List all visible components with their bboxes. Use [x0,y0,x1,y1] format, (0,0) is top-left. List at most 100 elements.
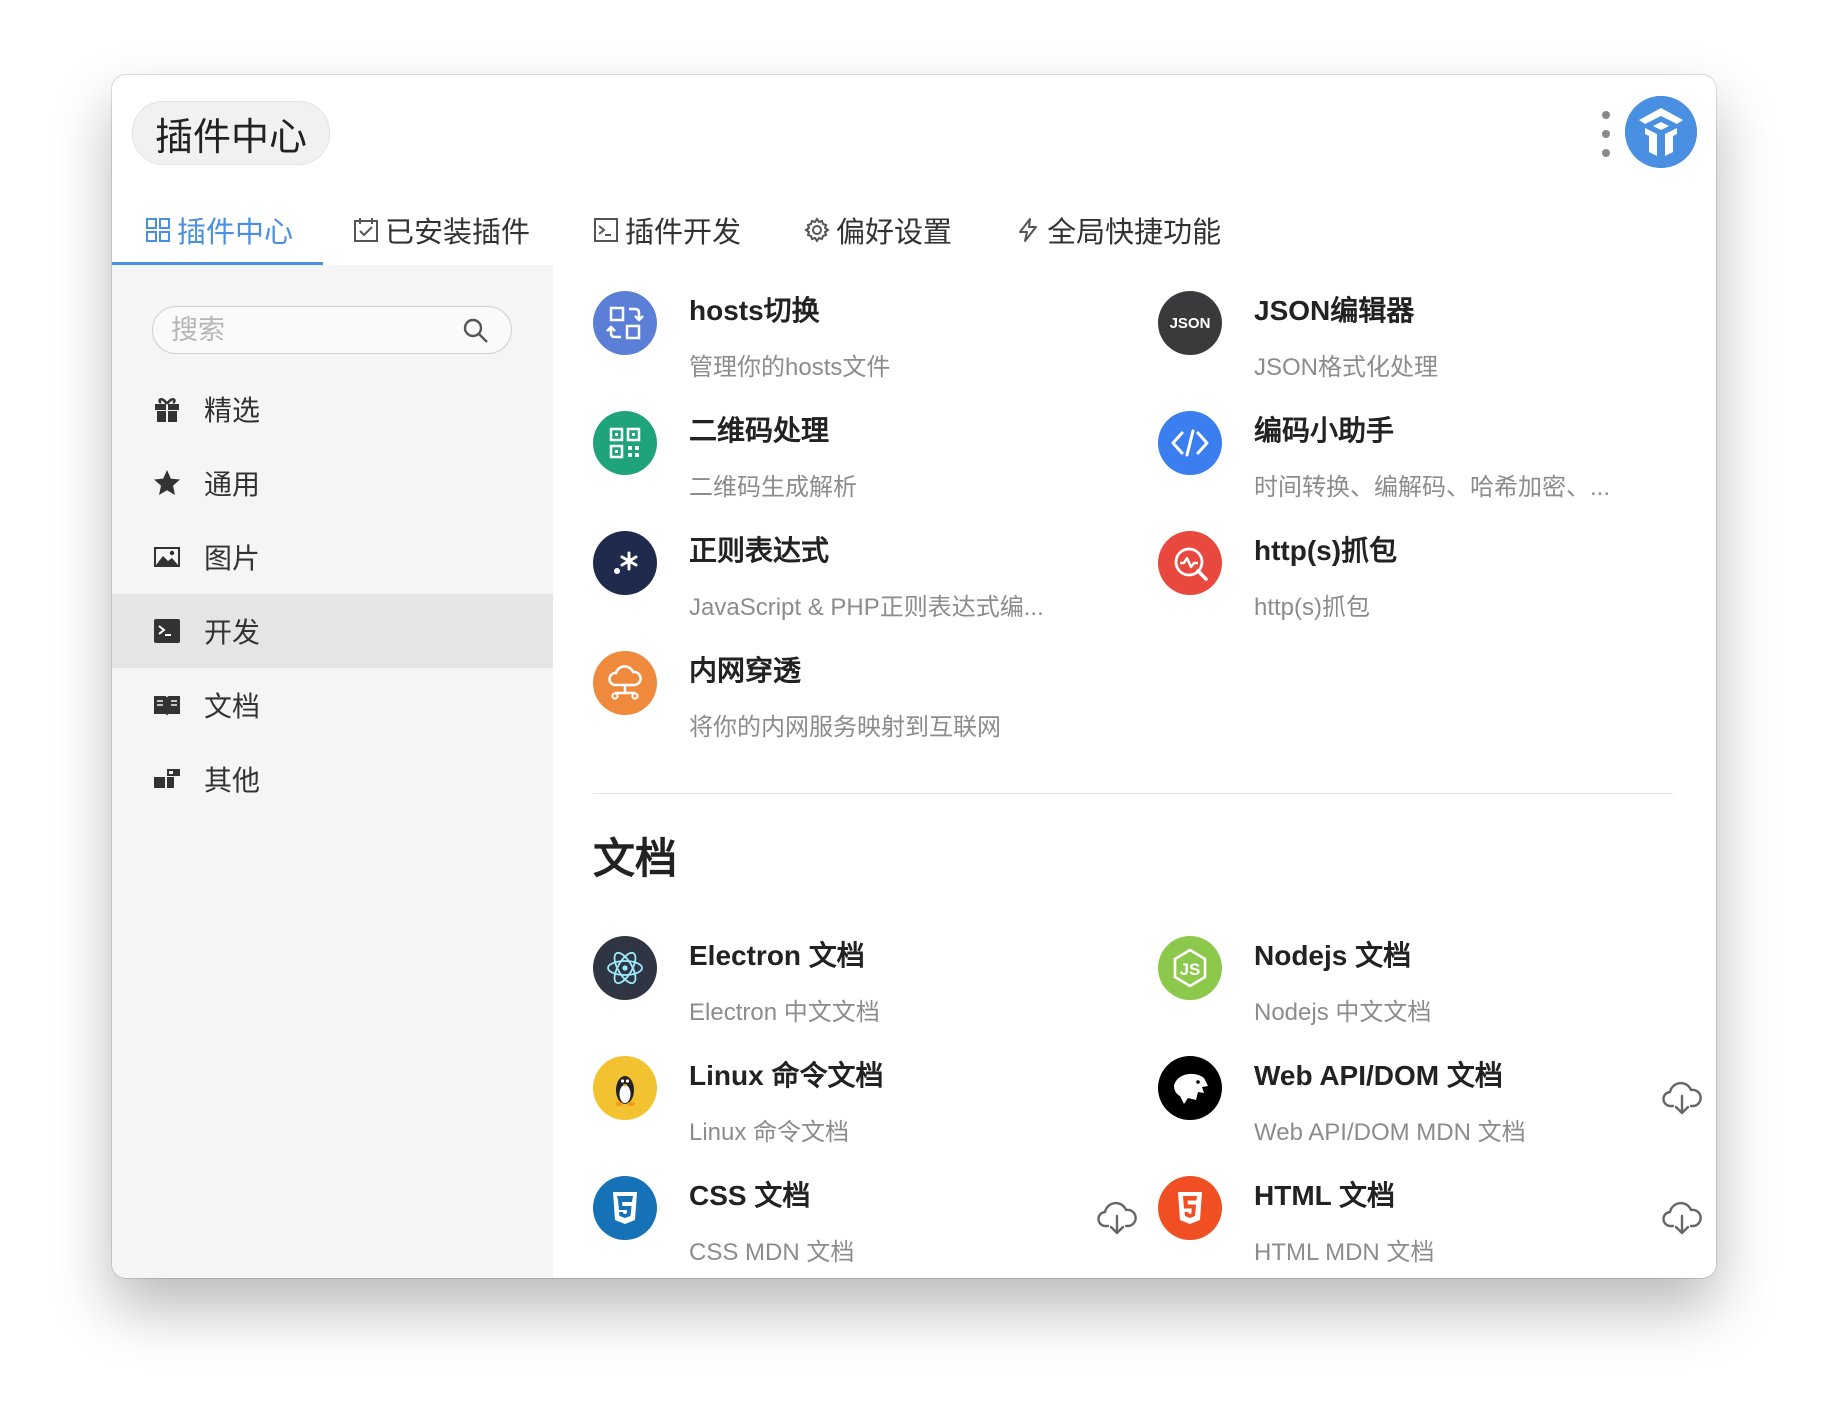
tab-plugin-center[interactable]: 插件中心 [112,195,324,266]
doc-card[interactable]: CSS 文档 CSS MDN 文档 [593,1150,1158,1270]
sidebar: 精选 通用 图片 开发 文档 其他 [112,265,553,1278]
plugin-card[interactable]: 二维码处理二维码生成解析 [593,385,1158,505]
header: 插件中心 插件中心 已安装插件 插件开发 偏好设置 全局快捷功能 [112,75,1716,266]
docs-grid: Electron 文档 Electron 中文文档 JS Nodejs 文档 Nod… [593,910,1716,1270]
plugin-title: 二维码处理 [689,415,830,446]
json-icon: JSON [1158,291,1222,355]
plugin-card[interactable]: hosts切换管理你的hosts文件 [593,265,1158,385]
sidebar-item-label: 通用 [204,469,261,500]
search-input[interactable] [169,313,453,347]
doc-desc: Nodejs 中文文档 [1254,999,1432,1026]
doc-title: Electron 文档 [689,940,865,971]
html5-icon [1158,1176,1222,1240]
doc-card[interactable]: Linux 命令文档 Linux 命令文档 [593,1030,1158,1150]
switch-icon [593,291,657,355]
sidebar-item-label: 图片 [204,543,261,574]
tab-label: 已安装插件 [385,217,531,249]
sidebar-item-label: 精选 [204,395,261,426]
plugin-desc: 二维码生成解析 [689,474,857,501]
doc-card[interactable]: JS Nodejs 文档 Nodejs 中文文档 [1158,910,1716,1030]
app-title: 插件中心 [155,116,308,159]
doc-title: HTML 文档 [1254,1180,1396,1211]
tab-label: 全局快捷功能 [1047,217,1222,249]
mdn-dino-icon [1158,1056,1222,1120]
tab-global-shortcuts[interactable]: 全局快捷功能 [985,195,1251,265]
doc-title: Nodejs 文档 [1254,940,1412,971]
svg-text:JS: JS [1180,960,1201,979]
plugin-title: hosts切换 [689,295,820,326]
doc-card[interactable]: Web API/DOM 文档 Web API/DOM MDN 文档 [1158,1030,1716,1150]
tab-installed-plugins[interactable]: 已安装插件 [323,195,563,265]
image-icon [154,547,180,567]
app-title-pill[interactable]: 插件中心 [132,101,331,165]
lightning-icon [1019,218,1038,242]
doc-desc: Web API/DOM MDN 文档 [1254,1119,1526,1146]
svg-text:JSON: JSON [1170,315,1211,332]
tab-label: 偏好设置 [836,217,953,249]
cloud-download-icon[interactable] [1661,1076,1703,1118]
tab-plugin-dev[interactable]: 插件开发 [563,195,774,265]
category-nav: 精选 通用 图片 开发 文档 其他 [112,372,553,816]
section-title-docs: 文档 [593,835,678,882]
main-content: hosts切换管理你的hosts文件 JSON JSON编辑器 JSON格式化处理… [553,265,1716,1278]
cloud-download-icon[interactable] [1661,1196,1703,1238]
sidebar-item-featured[interactable]: 精选 [112,372,553,446]
tab-label: 插件开发 [625,217,742,249]
plugin-card[interactable]: 内网穿透将你的内网服务映射到互联网 [593,625,1158,745]
tab-preferences[interactable]: 偏好设置 [774,195,985,265]
plugin-desc: 管理你的hosts文件 [689,354,891,381]
doc-title: Web API/DOM 文档 [1254,1060,1503,1091]
plugin-center-window: 插件中心 插件中心 已安装插件 插件开发 偏好设置 全局快捷功能 搜索 精选 通… [112,75,1716,1278]
capture-icon [1158,531,1222,595]
code-icon [1158,411,1222,475]
dot [1602,130,1610,138]
doc-card[interactable]: HTML 文档 HTML MDN 文档 [1158,1150,1716,1270]
plugin-desc: 将你的内网服务映射到互联网 [689,714,1001,741]
doc-desc: HTML MDN 文档 [1254,1239,1435,1266]
tab-label: 插件中心 [177,217,294,249]
sidebar-item-development[interactable]: 开发 [112,594,553,668]
dev-plugin-grid: hosts切换管理你的hosts文件 JSON JSON编辑器 JSON格式化处理… [593,265,1716,745]
blocks-icon [154,769,180,788]
doc-card[interactable]: Electron 文档 Electron 中文文档 [593,910,1158,1030]
app-logo-icon[interactable] [1625,96,1697,168]
star-icon [154,470,180,495]
plugin-desc: JSON格式化处理 [1254,354,1439,381]
cloud-download-icon[interactable] [1096,1196,1138,1238]
grid-icon [146,218,170,242]
book-icon [154,696,180,716]
sidebar-item-label: 其他 [204,765,261,796]
dot [1602,111,1610,119]
plugin-card[interactable]: http(s)抓包 http(s)抓包 [1158,505,1716,625]
sidebar-item-other[interactable]: 其他 [112,742,553,816]
dot [1602,149,1610,157]
sidebar-item-docs[interactable]: 文档 [112,668,553,742]
plugin-desc: JavaScript & PHP正则表达式编... [689,594,1044,621]
css3-icon [593,1176,657,1240]
plugin-card[interactable]: 正则表达式 JavaScript & PHP正则表达式编... [593,505,1158,625]
qrcode-icon [593,411,657,475]
plugin-card[interactable]: JSON JSON编辑器 JSON格式化处理 [1158,265,1716,385]
more-menu-button[interactable] [1598,111,1614,157]
plugin-desc: 时间转换、编解码、哈希加密、... [1254,474,1611,501]
gift-icon [155,398,179,422]
plugin-title: http(s)抓包 [1254,535,1398,566]
plugin-card[interactable]: 编码小助手时间转换、编解码、哈希加密、... [1158,385,1716,505]
electron-icon [593,936,657,1000]
terminal-box-icon [594,218,619,242]
plugin-title: 正则表达式 [689,535,830,566]
sidebar-item-label: 开发 [204,617,261,648]
terminal-icon [154,619,180,643]
doc-title: CSS 文档 [689,1180,811,1211]
section-divider [593,793,1673,794]
sidebar-item-images[interactable]: 图片 [112,520,553,594]
plugin-title: JSON编辑器 [1254,295,1415,326]
search-icon[interactable] [461,316,489,344]
plugin-title: 编码小助手 [1254,415,1395,446]
sidebar-item-general[interactable]: 通用 [112,446,553,520]
doc-desc: CSS MDN 文档 [689,1239,855,1266]
sidebar-item-label: 文档 [204,691,261,722]
regex-icon [593,531,657,595]
nodejs-icon: JS [1158,936,1222,1000]
plugin-title: 内网穿透 [689,655,802,686]
